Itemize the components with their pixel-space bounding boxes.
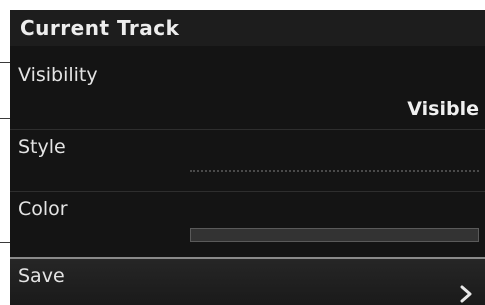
color-swatch: [190, 228, 479, 242]
visibility-value: Visible: [407, 98, 479, 120]
track-settings-screen: Current Track Visibility Visible Style C…: [10, 10, 485, 305]
visibility-setting[interactable]: Visibility Visible: [10, 64, 485, 130]
color-setting[interactable]: Color: [10, 192, 485, 254]
style-setting[interactable]: Style: [10, 130, 485, 192]
visibility-label: Visibility: [18, 64, 98, 86]
page-title: Current Track: [10, 10, 485, 46]
save-button[interactable]: Save: [10, 257, 485, 305]
chevron-right-icon: [460, 285, 472, 303]
color-label: Color: [18, 198, 68, 220]
style-label: Style: [18, 136, 66, 158]
line-style-preview: [190, 170, 479, 172]
save-label: Save: [18, 265, 65, 287]
